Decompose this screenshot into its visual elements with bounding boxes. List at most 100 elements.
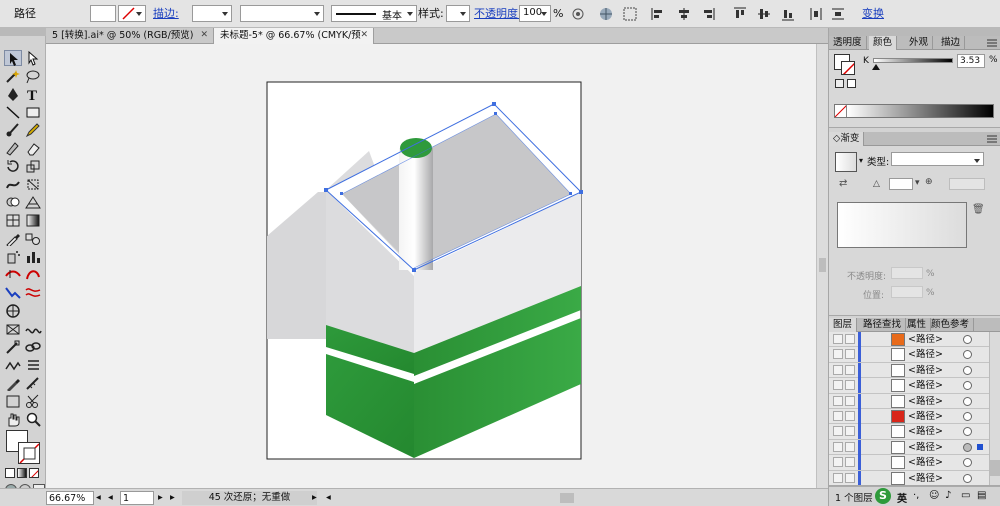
gradient-swatch-preview[interactable] — [835, 152, 857, 172]
last-artboard-icon[interactable]: ▸ — [170, 491, 175, 505]
panel-menu-icon[interactable] — [986, 134, 998, 144]
target-icon[interactable] — [963, 365, 972, 375]
ime-punct-icon[interactable]: ·, — [913, 490, 919, 501]
stroke-color-box[interactable] — [18, 442, 40, 464]
target-icon[interactable] — [963, 412, 972, 421]
layer-row[interactable]: <路径> — [829, 332, 989, 348]
zigzag-path-icon[interactable] — [4, 357, 22, 373]
style-select[interactable] — [446, 5, 470, 22]
rotate-tool-icon[interactable] — [4, 158, 22, 174]
tab-appearance[interactable]: 外观 — [905, 36, 934, 50]
stroke-weight-select[interactable] — [192, 5, 232, 22]
align-grid-icon[interactable] — [622, 6, 638, 23]
symbol-sprayer-tool-icon[interactable] — [4, 248, 22, 264]
reverse-gradient-icon[interactable]: ⇄ — [839, 178, 847, 189]
close-icon[interactable]: ✕ — [200, 28, 208, 43]
hand-tool-icon[interactable] — [4, 411, 22, 427]
scale-tool-icon[interactable] — [24, 158, 42, 174]
tab-color[interactable]: 颜色 — [869, 36, 898, 50]
align-left-icon[interactable] — [650, 6, 666, 23]
scissors-tool-icon[interactable] — [24, 393, 42, 409]
k-slider-thumb[interactable] — [871, 64, 880, 70]
visibility-toggle[interactable] — [833, 395, 843, 406]
pencil-tool-icon[interactable] — [24, 122, 42, 138]
tab-document-1[interactable]: 5 [转换].ai* @ 50% (RGB/预览) ✕ — [46, 28, 214, 44]
line-tool-icon[interactable] — [4, 104, 22, 120]
ime-menu-icon[interactable]: ▤ — [977, 490, 986, 501]
angle-dropdown-icon[interactable]: ▾ — [915, 178, 920, 188]
layer-row[interactable]: <路径> — [829, 393, 989, 409]
close-icon[interactable]: ✕ — [360, 28, 368, 43]
target-icon[interactable] — [963, 335, 972, 344]
crosshair-target-icon[interactable] — [4, 303, 22, 319]
gradient-preview-box[interactable] — [837, 202, 967, 248]
visibility-toggle[interactable] — [833, 411, 843, 421]
distribute-vertical-icon[interactable] — [830, 6, 846, 23]
align-right-icon[interactable] — [700, 6, 716, 23]
layers-scrollbar-thumb[interactable] — [990, 460, 1000, 476]
selection-tool-icon[interactable] — [4, 50, 22, 66]
layer-row[interactable]: <路径> — [829, 439, 989, 456]
width-tool-icon[interactable] — [4, 266, 22, 282]
layer-row[interactable]: <路径> — [829, 424, 989, 440]
next-artboard-icon[interactable]: ▸ — [158, 491, 163, 505]
blend-tool-icon[interactable] — [24, 230, 42, 246]
paintbrush-tool-icon[interactable] — [4, 122, 22, 138]
tab-transparency[interactable]: 透明度 — [829, 36, 867, 50]
color-mode-icon[interactable] — [5, 468, 15, 478]
rectangle-tool-icon[interactable] — [24, 104, 42, 120]
recolor-icon[interactable] — [570, 6, 586, 23]
target-icon[interactable] — [963, 427, 972, 437]
perspective-grid-tool-icon[interactable] — [24, 194, 42, 210]
horizontal-scrollbar-thumb[interactable] — [560, 493, 574, 503]
ime-smiley-icon[interactable]: ☺ — [929, 490, 939, 501]
mesh-tool-icon[interactable] — [4, 212, 22, 228]
gradient-aspect-input[interactable] — [949, 178, 985, 190]
target-icon[interactable] — [963, 473, 972, 483]
lasso-tool-icon[interactable] — [24, 68, 42, 84]
tab-layers[interactable]: 图层 — [829, 318, 858, 332]
align-center-icon[interactable] — [676, 6, 692, 23]
scroll-left-icon[interactable]: ◂ — [326, 491, 331, 505]
tab-color-guide[interactable]: 颜色参考 — [927, 318, 975, 332]
eyedropper-tool-icon[interactable] — [4, 230, 22, 246]
align-middle-icon[interactable] — [756, 6, 772, 23]
target-icon[interactable] — [963, 381, 972, 391]
align-bottom-icon[interactable] — [780, 6, 796, 23]
stroke-swatch[interactable] — [118, 5, 146, 22]
tab-gradient[interactable]: ◇渐变 — [829, 132, 865, 146]
stroke-label[interactable]: 描边: — [153, 5, 179, 22]
gradient-position-input[interactable] — [891, 286, 923, 298]
color-spectrum-bar[interactable] — [834, 104, 994, 118]
opacity-input[interactable]: 100 — [519, 5, 551, 22]
transform-link[interactable]: 变换 — [862, 5, 884, 22]
layer-row[interactable]: <路径> — [829, 378, 989, 394]
lock-toggle[interactable] — [845, 380, 855, 391]
lock-toggle[interactable] — [845, 395, 855, 406]
lock-toggle[interactable] — [845, 457, 855, 468]
reshape-tool-icon[interactable] — [24, 266, 42, 282]
artboard-canvas[interactable] — [46, 44, 816, 488]
print-tiling-tool-icon[interactable] — [4, 393, 22, 409]
ime-mode-label[interactable]: 英 — [897, 490, 907, 505]
ime-keyboard-icon[interactable]: ▭ — [961, 490, 970, 501]
blob-brush-tool-icon[interactable] — [4, 140, 22, 156]
scrollbar-thumb[interactable] — [819, 258, 826, 272]
target-icon[interactable] — [963, 350, 972, 360]
gradient-tool-icon[interactable] — [24, 212, 42, 228]
none-swatch-icon[interactable] — [835, 105, 847, 117]
opacity-label[interactable]: 不透明度: — [474, 5, 522, 22]
chain-link-icon[interactable] — [24, 339, 42, 355]
distribute-icon[interactable] — [808, 6, 824, 23]
tab-document-2[interactable]: 未标题-5* @ 66.67% (CMYK/预览) ✕ — [214, 28, 374, 56]
shape-builder-tool-icon[interactable] — [4, 194, 22, 210]
delete-stop-icon[interactable]: 🗑 — [972, 204, 985, 215]
gradient-opacity-input[interactable] — [891, 267, 923, 279]
lock-toggle[interactable] — [845, 472, 855, 483]
visibility-toggle[interactable] — [833, 380, 843, 391]
lock-toggle[interactable] — [845, 426, 855, 437]
tab-pathfinder[interactable]: 路径查找 — [859, 318, 907, 332]
wave-path-icon[interactable] — [24, 321, 42, 337]
prev-artboard-icon[interactable]: ◂ — [108, 491, 113, 505]
k-slider-track[interactable] — [873, 58, 953, 63]
